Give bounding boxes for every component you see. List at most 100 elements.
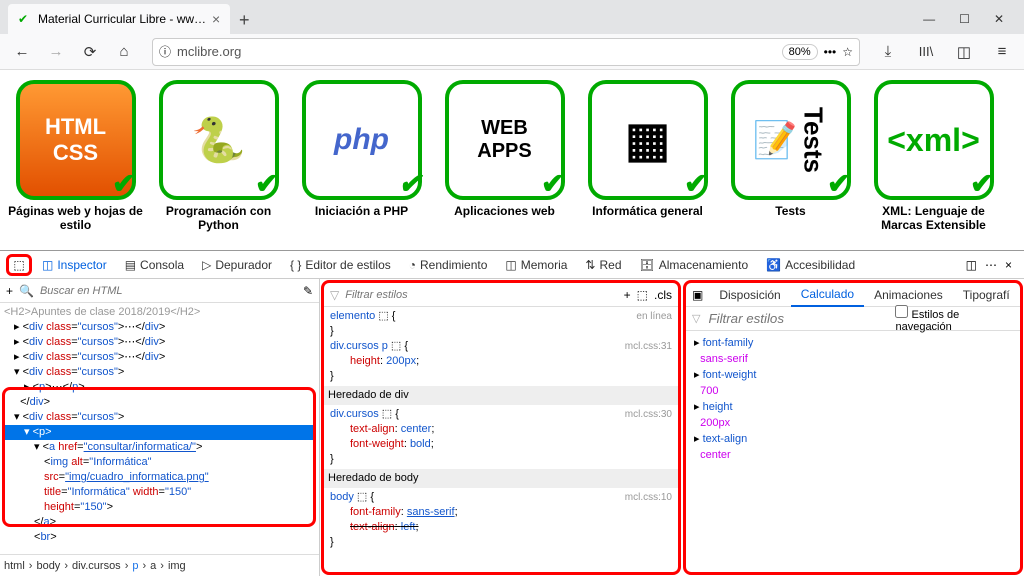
reload-button[interactable]: ⟳ — [76, 38, 104, 66]
tree-node[interactable]: title="Informática" width="150" — [4, 485, 315, 500]
tab-almacenamiento[interactable]: 🗄Almacenamiento — [632, 254, 757, 276]
maximize-button[interactable]: ☐ — [959, 12, 970, 26]
menu-icon[interactable]: ≡ — [988, 38, 1016, 66]
tree-node[interactable]: </div> — [4, 395, 315, 410]
course-webapps[interactable]: WEBAPPS✔ Aplicaciones web — [437, 80, 572, 240]
html-search-input[interactable] — [40, 285, 297, 297]
subtab-animaciones[interactable]: Animaciones — [864, 284, 953, 306]
course-tests[interactable]: 📝Tests✔ Tests — [723, 80, 858, 240]
tab-consola[interactable]: ▤Consola — [117, 254, 192, 276]
info-icon[interactable]: ⓘ — [159, 43, 171, 60]
a11y-icon: ♿ — [766, 258, 781, 272]
cls-toggle[interactable]: .cls — [654, 288, 672, 302]
element-picker-button[interactable]: ⬚ — [6, 254, 32, 276]
tree-node[interactable]: ▸ <div class="cursos">⋯</div> — [4, 335, 315, 350]
crumb[interactable]: div.cursos — [72, 560, 121, 572]
crumb[interactable]: img — [168, 560, 186, 572]
url-text: mclibre.org — [177, 44, 776, 59]
crumb[interactable]: a — [150, 560, 156, 572]
computed-panel: ▣ Disposición Calculado Animaciones Tipo… — [683, 280, 1023, 575]
close-devtools-icon[interactable]: × — [1005, 258, 1012, 272]
php-icon: php✔ — [302, 80, 422, 200]
crumb[interactable]: html — [4, 560, 25, 572]
crumb-selected[interactable]: p — [132, 560, 138, 572]
browser-tabbar: ✔ Material Curricular Libre - ww… × + — … — [0, 0, 1024, 34]
subtab-disposicion[interactable]: Disposición — [709, 284, 790, 306]
tree-node[interactable]: <img alt="Informática" — [4, 455, 315, 470]
tab-red[interactable]: ⇅Red — [577, 254, 629, 276]
nav-styles-checkbox[interactable]: Estilos de navegación — [895, 305, 1014, 333]
close-icon[interactable]: × — [212, 11, 220, 27]
tab-inspector[interactable]: ◫Inspector — [34, 254, 115, 276]
rules-list[interactable]: elemento ⬚ {en línea } div.cursos p ⬚ {m… — [324, 307, 678, 572]
course-xml[interactable]: <xml>✔ XML: Lenguaje de Marcas Extensibl… — [866, 80, 1001, 240]
performance-icon: ◔ — [409, 258, 416, 272]
course-informatica[interactable]: ▦✔ Informática general — [580, 80, 715, 240]
more-icon[interactable]: ⋯ — [985, 258, 997, 272]
rules-panel: ▽ + ⬚ .cls elemento ⬚ {en línea } div.cu… — [321, 280, 681, 575]
tests-icon: 📝Tests✔ — [731, 80, 851, 200]
tree-node[interactable]: <br> — [4, 530, 315, 545]
layout-toggle-icon[interactable]: ▣ — [686, 288, 709, 302]
tree-node[interactable]: height="150"> — [4, 500, 315, 515]
library-icon[interactable]: III\ — [912, 38, 940, 66]
tree-node[interactable]: </a> — [4, 515, 315, 530]
check-icon: ✔ — [684, 167, 707, 200]
tree-node[interactable]: ▸ <p>⋯</p> — [4, 380, 315, 395]
course-label: Páginas web y hojas de estilo — [8, 204, 143, 232]
styles-icon: { } — [290, 258, 301, 272]
url-bar[interactable]: ⓘ mclibre.org 80% ••• ☆ — [152, 38, 860, 66]
add-icon[interactable]: + — [6, 284, 13, 298]
tree-node[interactable]: ▸ <div class="cursos">⋯</div> — [4, 320, 315, 335]
tree-node[interactable]: ▾ <div class="cursos"> — [4, 365, 315, 380]
tree-node-selected[interactable]: ▾ <p> — [4, 425, 315, 440]
tree-node[interactable]: ▾ <div class="cursos"> — [4, 410, 315, 425]
minimize-button[interactable]: — — [923, 12, 935, 26]
course-label: Programación con Python — [151, 204, 286, 232]
window-controls: — ☐ ✕ — [911, 4, 1016, 34]
dock-icon[interactable]: ◫ — [966, 258, 977, 272]
page-actions-icon[interactable]: ••• — [824, 45, 837, 59]
new-tab-button[interactable]: + — [230, 6, 258, 34]
filter-styles-input[interactable] — [345, 289, 617, 301]
edit-icon[interactable]: ✎ — [303, 284, 313, 298]
browser-toolbar: ← → ⟳ ⌂ ⓘ mclibre.org 80% ••• ☆ ⤓ III\ ◫… — [0, 34, 1024, 70]
home-button[interactable]: ⌂ — [110, 38, 138, 66]
course-python[interactable]: 🐍✔ Programación con Python — [151, 80, 286, 240]
forward-button[interactable]: → — [42, 38, 70, 66]
check-icon: ✔ — [112, 167, 135, 200]
subtab-tipografia[interactable]: Tipografí — [953, 284, 1020, 306]
tree-node[interactable]: ▸ <div class="cursos">⋯</div> — [4, 350, 315, 365]
crumb[interactable]: body — [36, 560, 60, 572]
zoom-badge[interactable]: 80% — [782, 44, 818, 60]
course-label: Aplicaciones web — [454, 204, 555, 218]
pseudo-icon[interactable]: ⬚ — [637, 288, 648, 302]
check-icon: ✔ — [398, 167, 421, 200]
course-label: XML: Lenguaje de Marcas Extensible — [866, 204, 1001, 232]
tab-depurador[interactable]: ▷Depurador — [194, 254, 280, 276]
devtools-tabbar: ⬚ ◫Inspector ▤Consola ▷Depurador { }Edit… — [0, 251, 1024, 279]
course-htmlcss[interactable]: HTMLCSS✔ Páginas web y hojas de estilo — [8, 80, 143, 240]
tab-estilos[interactable]: { }Editor de estilos — [282, 254, 399, 276]
bookmark-icon[interactable]: ☆ — [842, 45, 853, 59]
tab-accesibilidad[interactable]: ♿Accesibilidad — [758, 254, 863, 276]
add-rule-icon[interactable]: + — [624, 288, 631, 302]
tree-node[interactable]: src="img/cuadro_informatica.png" — [4, 470, 315, 485]
downloads-icon[interactable]: ⤓ — [874, 38, 902, 66]
tree-node[interactable]: <H2>Apuntes de clase 2018/2019</H2> — [4, 305, 315, 320]
computed-filter-input[interactable] — [708, 311, 887, 326]
html-tree[interactable]: <H2>Apuntes de clase 2018/2019</H2> ▸ <d… — [0, 303, 319, 554]
course-php[interactable]: php✔ Iniciación a PHP — [294, 80, 429, 240]
tab-memoria[interactable]: ◫Memoria — [497, 254, 575, 276]
site-favicon: ✔ — [18, 12, 32, 26]
sidebar-icon[interactable]: ◫ — [950, 38, 978, 66]
back-button[interactable]: ← — [8, 38, 36, 66]
computed-list[interactable]: ▸ font-family sans-serif ▸ font-weight 7… — [686, 331, 1020, 467]
tree-node[interactable]: ▾ <a href="consultar/informatica/"> — [4, 440, 315, 455]
close-window-button[interactable]: ✕ — [994, 12, 1004, 26]
subtab-calculado[interactable]: Calculado — [791, 283, 864, 307]
tab-rendimiento[interactable]: ◔Rendimiento — [401, 254, 496, 276]
check-icon: ✔ — [827, 167, 850, 200]
browser-tab[interactable]: ✔ Material Curricular Libre - ww… × — [8, 4, 230, 34]
inspector-icon: ◫ — [42, 258, 53, 272]
